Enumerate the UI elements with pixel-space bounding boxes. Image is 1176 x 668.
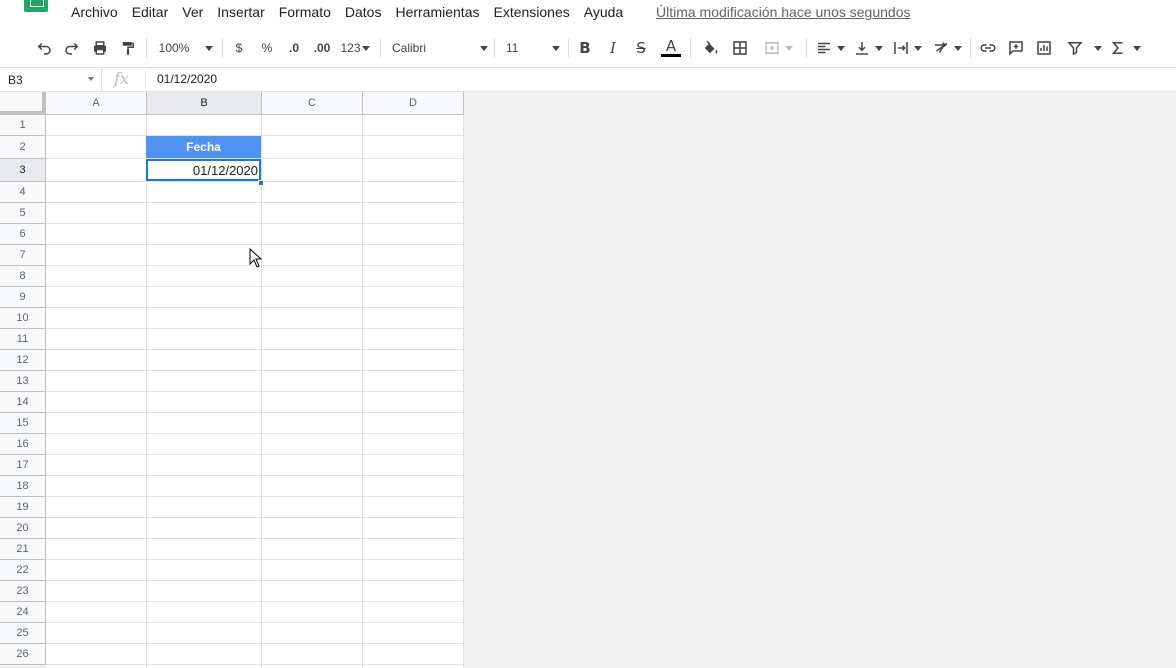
- formula-bar: B3 fx 01/12/2020: [0, 68, 1176, 92]
- insert-comment-icon[interactable]: [1006, 36, 1026, 60]
- vertical-align-icon[interactable]: [852, 36, 884, 60]
- filter-icon[interactable]: [1064, 36, 1104, 60]
- row-header-1[interactable]: 1: [0, 115, 46, 136]
- cell-b3-selected[interactable]: 01/12/2020: [146, 159, 261, 181]
- menu-extensiones[interactable]: Extensiones: [486, 4, 576, 21]
- menu-archivo[interactable]: Archivo: [64, 4, 125, 21]
- column-header-c[interactable]: C: [262, 92, 363, 115]
- column-header-d[interactable]: D: [363, 92, 464, 115]
- percent-label: %: [261, 41, 273, 55]
- last-edit-link[interactable]: Última modificación hace unos segundos: [656, 4, 910, 21]
- row-header-17[interactable]: 17: [0, 455, 46, 476]
- column-header-b[interactable]: B: [147, 92, 262, 115]
- menu-ayuda[interactable]: Ayuda: [577, 4, 630, 21]
- row-header-10[interactable]: 10: [0, 308, 46, 329]
- text-color-button[interactable]: A: [660, 36, 682, 60]
- borders-icon[interactable]: [730, 36, 750, 60]
- menu-bar: Archivo Editar Ver Insertar Formato Dato…: [0, 0, 1176, 28]
- row-header-12[interactable]: 12: [0, 350, 46, 371]
- bold-button[interactable]: B: [576, 36, 594, 60]
- text-color-icon: A: [665, 37, 677, 55]
- menu-ver[interactable]: Ver: [175, 4, 210, 21]
- menu-editar[interactable]: Editar: [125, 4, 176, 21]
- menu-items: Archivo Editar Ver Insertar Formato Dato…: [64, 4, 630, 21]
- insert-link-icon[interactable]: [978, 36, 998, 60]
- row-header-21[interactable]: 21: [0, 539, 46, 560]
- sheets-logo-icon[interactable]: [24, 0, 48, 12]
- select-all-corner[interactable]: [0, 92, 46, 115]
- row-header-18[interactable]: 18: [0, 476, 46, 497]
- row-header-20[interactable]: 20: [0, 518, 46, 539]
- menu-herramientas[interactable]: Herramientas: [388, 4, 486, 21]
- functions-icon[interactable]: [1108, 36, 1142, 60]
- mouse-cursor-icon: [249, 248, 263, 268]
- increase-decimal-label: .00: [313, 41, 331, 55]
- italic-icon: I: [610, 39, 616, 57]
- menu-formato[interactable]: Formato: [272, 4, 338, 21]
- font-select[interactable]: Calibri: [392, 36, 488, 60]
- row-header-15[interactable]: 15: [0, 413, 46, 434]
- menu-insertar[interactable]: Insertar: [210, 4, 271, 21]
- font-value: Calibri: [392, 41, 427, 55]
- row-header-24[interactable]: 24: [0, 602, 46, 623]
- horizontal-align-icon[interactable]: [814, 36, 846, 60]
- strikethrough-icon: S: [636, 39, 646, 57]
- fill-color-icon[interactable]: [700, 36, 720, 60]
- redo-icon[interactable]: [62, 36, 82, 60]
- row-header-13[interactable]: 13: [0, 371, 46, 392]
- cell-area[interactable]: Fecha 01/12/2020: [46, 115, 464, 668]
- paint-format-icon[interactable]: [118, 36, 138, 60]
- percent-button[interactable]: %: [258, 36, 276, 60]
- decrease-decimal-button[interactable]: .0: [283, 36, 305, 60]
- row-header-8[interactable]: 8: [0, 266, 46, 287]
- insert-chart-icon[interactable]: [1034, 36, 1054, 60]
- fx-icon: fx: [114, 69, 129, 88]
- row-header-4[interactable]: 4: [0, 182, 46, 203]
- name-box-value: B3: [8, 73, 23, 87]
- currency-label: $: [235, 41, 243, 55]
- row-header-22[interactable]: 22: [0, 560, 46, 581]
- row-header-14[interactable]: 14: [0, 392, 46, 413]
- name-box-caret-icon[interactable]: [88, 77, 94, 81]
- row-header-2[interactable]: 2: [0, 136, 46, 159]
- row-header-19[interactable]: 19: [0, 497, 46, 518]
- currency-button[interactable]: $: [230, 36, 248, 60]
- font-size-value: 11: [506, 41, 519, 55]
- undo-icon[interactable]: [34, 36, 54, 60]
- decrease-decimal-label: .0: [288, 41, 299, 55]
- row-header-7[interactable]: 7: [0, 245, 46, 266]
- row-header-9[interactable]: 9: [0, 287, 46, 308]
- menu-datos[interactable]: Datos: [338, 4, 389, 21]
- name-box[interactable]: B3: [0, 68, 102, 91]
- column-header-a[interactable]: A: [46, 92, 147, 115]
- fill-handle[interactable]: [258, 180, 264, 186]
- italic-button[interactable]: I: [604, 36, 622, 60]
- print-icon[interactable]: [90, 36, 110, 60]
- formula-input[interactable]: 01/12/2020: [157, 72, 217, 86]
- more-formats-label: 123: [340, 41, 361, 55]
- zoom-value: 100%: [158, 41, 190, 55]
- row-header-3[interactable]: 3: [0, 159, 46, 182]
- row-header-23[interactable]: 23: [0, 581, 46, 602]
- increase-decimal-button[interactable]: .00: [310, 36, 334, 60]
- sheet-grid: A B C D 1 2 3 4 5 6 7 8 9 10 11 12 13 14 15 16 17 18 19 20 2…: [0, 92, 1176, 668]
- row-header-25[interactable]: 25: [0, 623, 46, 644]
- merge-cells-icon[interactable]: [758, 36, 798, 60]
- bold-icon: B: [579, 39, 591, 57]
- zoom-select[interactable]: 100%: [156, 36, 216, 60]
- row-header-26[interactable]: 26: [0, 644, 46, 665]
- strikethrough-button[interactable]: S: [632, 36, 650, 60]
- cell-b2-header[interactable]: Fecha: [146, 136, 261, 158]
- more-formats-button[interactable]: 123: [338, 36, 372, 60]
- font-size-select[interactable]: 11: [506, 36, 560, 60]
- row-header-5[interactable]: 5: [0, 203, 46, 224]
- text-rotation-icon[interactable]: [930, 36, 964, 60]
- row-header-6[interactable]: 6: [0, 224, 46, 245]
- row-header-11[interactable]: 11: [0, 329, 46, 350]
- text-wrap-icon[interactable]: [890, 36, 924, 60]
- toolbar: 100% $ % .0 .00 123 Calibri 11 B I S A: [0, 28, 1176, 68]
- row-header-16[interactable]: 16: [0, 434, 46, 455]
